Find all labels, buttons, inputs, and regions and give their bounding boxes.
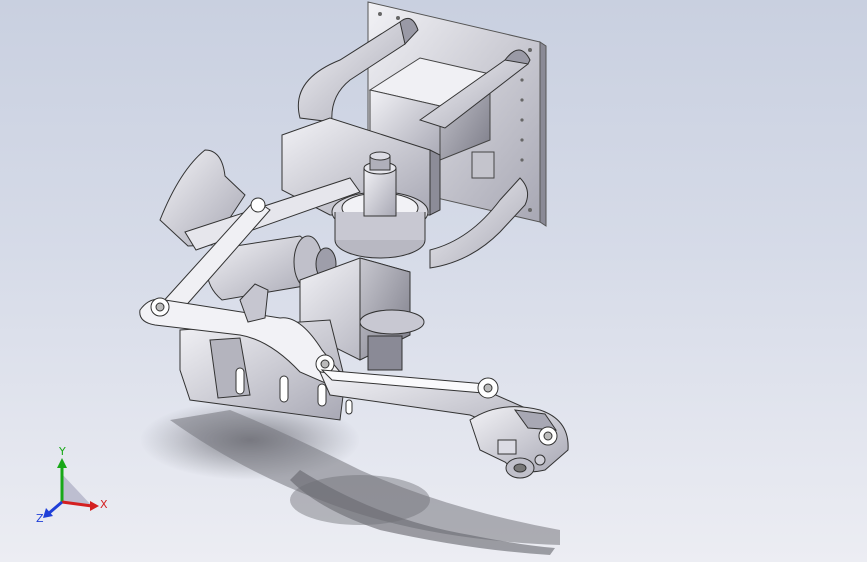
triad-z-label: Z — [36, 512, 44, 524]
end-effector-gripper[interactable] — [469, 406, 569, 479]
robot-arm-assembly-model[interactable] — [0, 0, 867, 562]
triad-z-axis — [47, 500, 63, 516]
cad-graphics-viewport[interactable]: Y X Z — [0, 0, 867, 562]
coordinate-axis-triad: Y X Z — [36, 445, 108, 524]
triad-y-label: Y — [58, 445, 66, 458]
triad-y-arrowhead — [57, 458, 67, 468]
triad-x-arrowhead — [90, 501, 99, 511]
triad-x-label: X — [100, 498, 108, 511]
